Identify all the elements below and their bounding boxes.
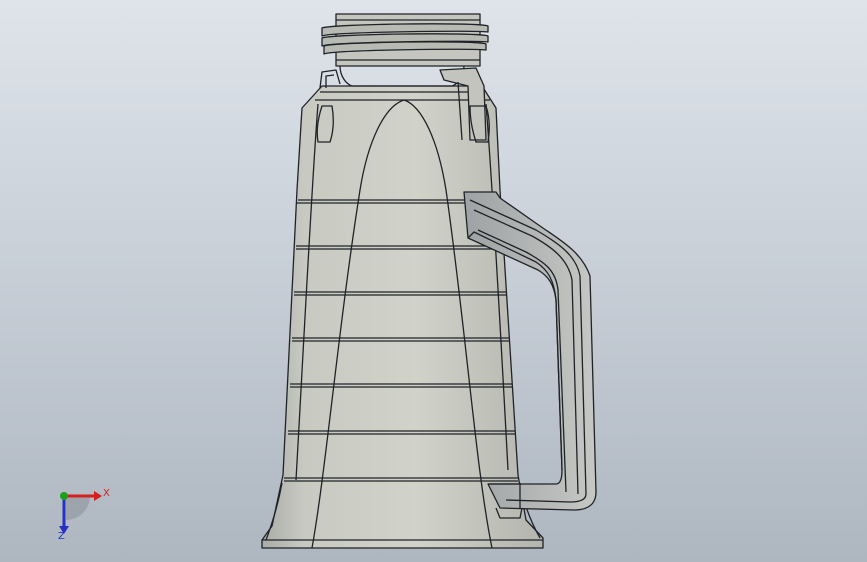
graphics-viewport[interactable]: X Z bbox=[0, 0, 867, 562]
triad-shadow bbox=[66, 496, 90, 520]
bottle-model[interactable] bbox=[0, 0, 867, 562]
neck-threads bbox=[321, 23, 489, 55]
x-axis-label: X bbox=[103, 488, 110, 499]
bottle-body bbox=[261, 85, 544, 549]
x-axis-arrowhead bbox=[94, 491, 102, 501]
y-axis-dot bbox=[60, 492, 68, 500]
left-tab bbox=[319, 69, 341, 89]
z-axis-label: Z bbox=[58, 531, 65, 542]
